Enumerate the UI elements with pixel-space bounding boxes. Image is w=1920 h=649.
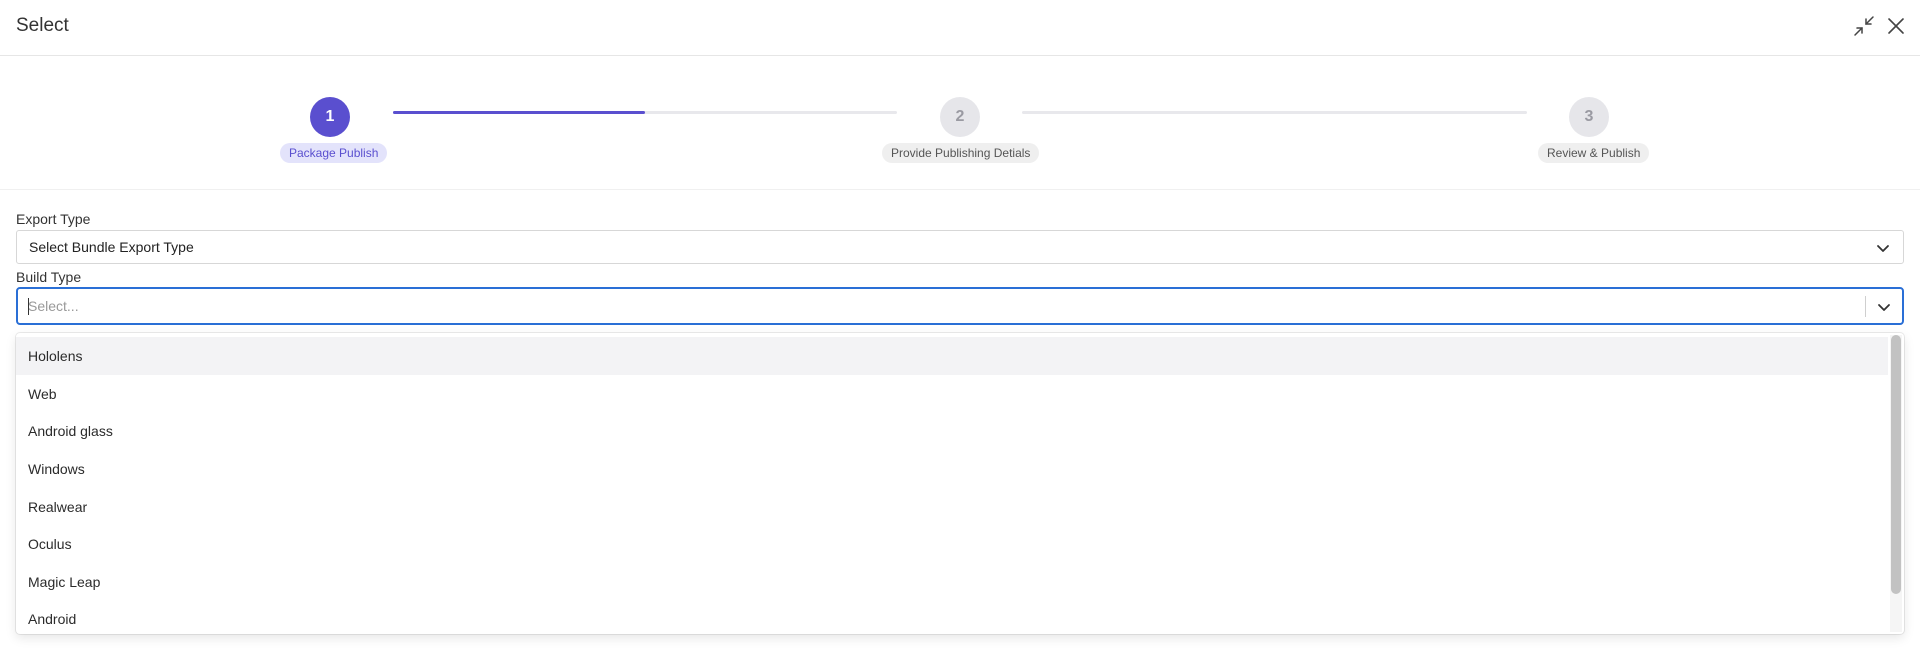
modal-header: Select xyxy=(0,0,1920,56)
build-type-dropdown-menu: Hololens Web Android glass Windows Realw… xyxy=(16,333,1904,634)
stepper: 1 Package Publish 2 Provide Publishing D… xyxy=(0,56,1920,190)
dropdown-scrollbar[interactable] xyxy=(1890,335,1902,632)
step-1-indicator[interactable]: 1 xyxy=(310,97,350,137)
minimize-icon[interactable] xyxy=(1852,14,1876,38)
step-connector-2 xyxy=(1022,111,1527,114)
step-1-label[interactable]: Package Publish xyxy=(280,143,388,163)
export-type-value: Select Bundle Export Type xyxy=(29,239,194,255)
indicator-separator xyxy=(1865,296,1866,317)
step-connector-progress xyxy=(393,111,645,114)
dropdown-option[interactable]: Hololens xyxy=(16,337,1888,375)
step-3-indicator[interactable]: 3 xyxy=(1569,97,1609,137)
text-cursor xyxy=(28,298,29,315)
dropdown-option[interactable]: Web xyxy=(16,375,1888,413)
dropdown-scrollbar-thumb[interactable] xyxy=(1891,335,1901,594)
step-connector-1 xyxy=(393,111,897,114)
chevron-down-icon[interactable] xyxy=(1876,299,1892,315)
build-type-placeholder[interactable]: Select... xyxy=(28,298,79,314)
dropdown-option[interactable]: Android xyxy=(16,600,1888,634)
build-type-label: Build Type xyxy=(16,269,82,285)
step-3-label[interactable]: Review & Publish xyxy=(1538,143,1650,163)
modal-title: Select xyxy=(16,15,69,36)
close-icon[interactable] xyxy=(1884,14,1908,38)
build-type-select[interactable]: Select... xyxy=(16,287,1904,325)
dropdown-option[interactable]: Windows xyxy=(16,450,1888,488)
chevron-down-icon[interactable] xyxy=(1875,240,1891,256)
dropdown-option[interactable]: Realwear xyxy=(16,488,1888,526)
export-type-select[interactable]: Select Bundle Export Type xyxy=(16,230,1904,264)
dropdown-option[interactable]: Android glass xyxy=(16,412,1888,450)
export-type-label: Export Type xyxy=(16,211,91,227)
dropdown-option[interactable]: Oculus xyxy=(16,525,1888,563)
dropdown-option[interactable]: Magic Leap xyxy=(16,563,1888,601)
step-2-label[interactable]: Provide Publishing Detials xyxy=(882,143,1040,163)
step-2-indicator[interactable]: 2 xyxy=(940,97,980,137)
